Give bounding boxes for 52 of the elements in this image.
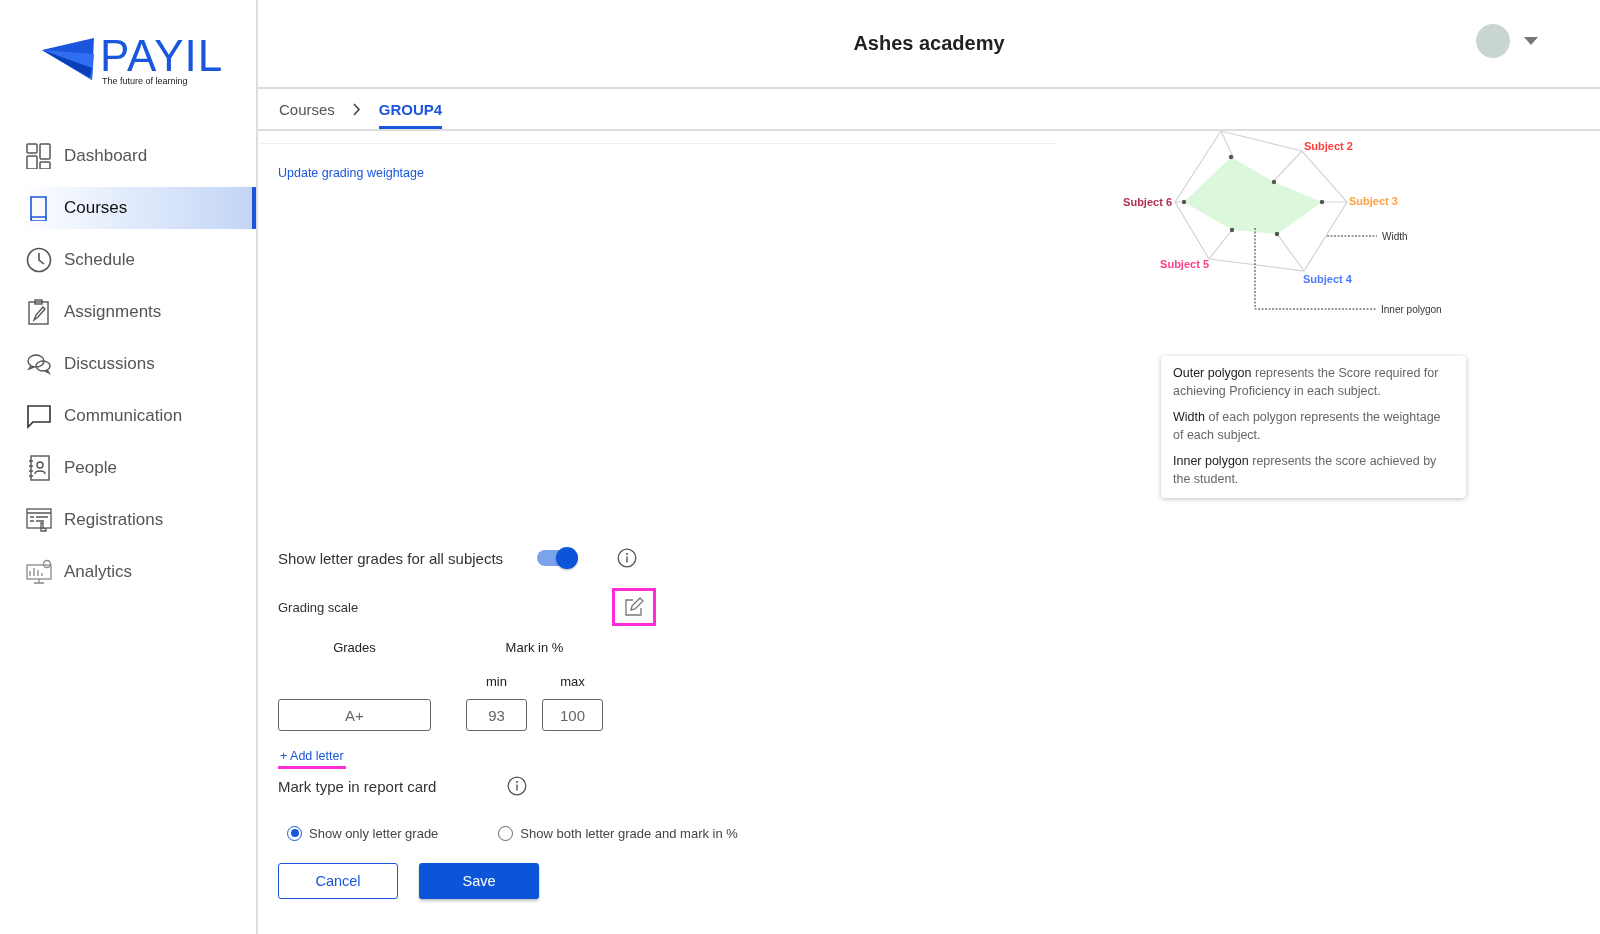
column-header: Mark in % [504,639,565,657]
grade-field[interactable]: A+ [278,699,431,731]
speech-bubbles-icon [26,351,52,377]
legend-note: Width of each polygon represents the weightage of each subject. [1173,409,1442,444]
max-mark-field[interactable]: 100 [542,699,603,731]
save-button[interactable]: Save [419,863,539,899]
caret-icon[interactable] [1524,37,1538,45]
school-title: Ashes academy [853,32,1005,55]
subject-label: Subject 5 [1160,258,1209,270]
add-letter-link[interactable]: + Add letter [278,749,346,769]
sidebar-item[interactable]: People [0,447,256,489]
subject-label: Subject 4 [1303,273,1352,285]
sidebar-item[interactable]: Schedule [0,239,256,281]
edit-icon [624,597,644,617]
sidebar-item[interactable]: Registrations [0,499,256,541]
annotation-label: Inner polygon [1381,304,1442,315]
sidebar-item[interactable]: Communication [0,395,256,437]
logo-tagline: The future of learning [102,76,189,86]
legend-note: Outer polygon represents the Score required for achieving Proficiency in each subject. [1173,365,1440,400]
cancel-button[interactable]: Cancel [278,863,398,899]
sidebar-item[interactable]: Analytics [0,551,256,593]
grading-scale-label: Grading scale [278,599,360,615]
info-icon [617,548,638,568]
mark-type-label: Mark type in report card [278,777,438,795]
annotation-label: Width [1382,231,1408,242]
letter-grades-toggle[interactable] [537,550,576,566]
chevron-right-icon [352,102,361,116]
form-pointer-icon [26,507,52,533]
chat-bubble-icon [26,403,52,429]
column-header: min [485,673,508,691]
edit-button[interactable] [612,588,656,626]
legend-note: Inner polygon represents the score achieved by the student. [1173,453,1438,488]
logo-wordmark: PAYIL [100,36,224,76]
dashboard-icon [26,143,52,169]
breadcrumb-link[interactable]: GROUP4 [378,89,443,129]
analytics-monitor-icon [26,559,52,585]
min-mark-field[interactable]: 93 [466,699,527,731]
sidebar-item[interactable]: Dashboard [0,135,256,177]
subject-label: Subject 2 [1304,140,1353,152]
subject-label: Subject 3 [1349,195,1398,207]
sidebar-item[interactable]: Assignments [0,291,256,333]
column-header: Grades [332,639,377,657]
info-icon [507,776,527,796]
clock-icon [26,247,52,273]
sidebar-item[interactable]: Discussions [0,343,256,385]
contact-book-icon [26,455,52,481]
update-weightage-link[interactable]: Update grading weightage [278,166,424,180]
breadcrumb-link[interactable]: Courses [279,89,335,129]
toggle-label: Show letter grades for all subjects [278,549,504,567]
column-header: max [559,673,586,691]
subject-label: Subject 6 [1123,196,1172,208]
clipboard-pencil-icon [26,299,52,325]
